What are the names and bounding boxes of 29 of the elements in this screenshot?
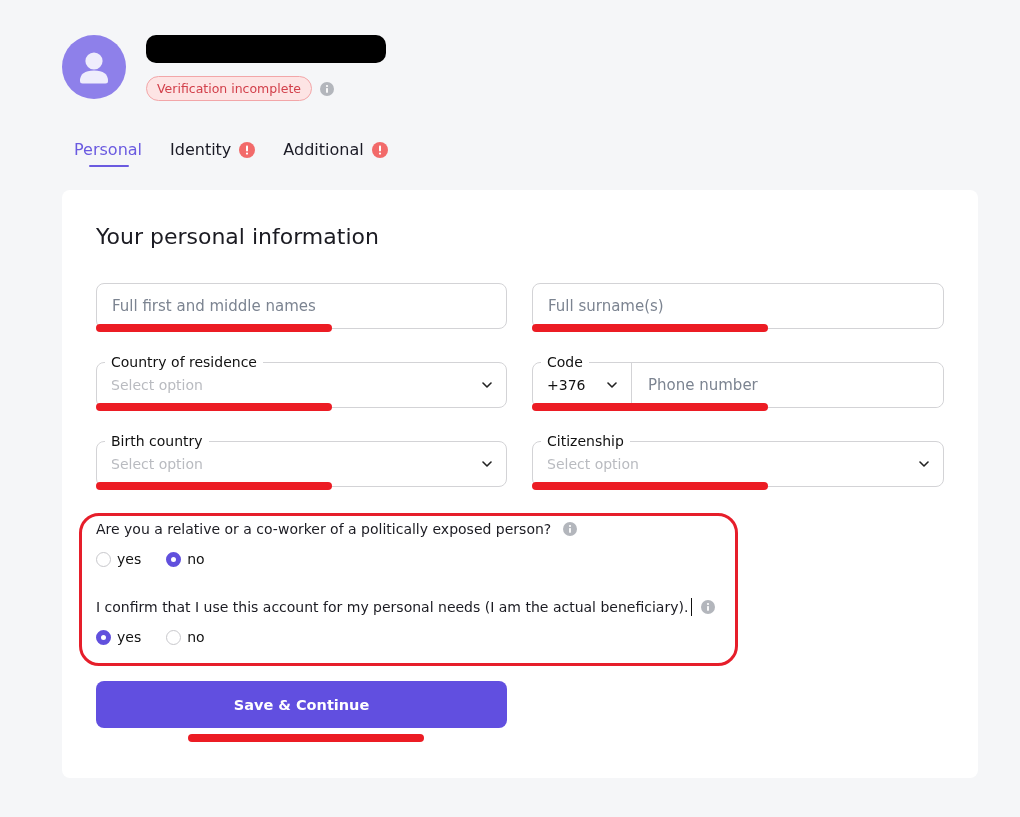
radio-icon[interactable] (96, 551, 111, 567)
tab[interactable]: Identity (158, 140, 268, 167)
radio-option[interactable]: yes (96, 551, 142, 567)
question-text: Are you a relative or a co-worker of a politically exposed person? (96, 520, 552, 538)
chevron-down-icon (919, 461, 929, 467)
form-title: Your personal information (96, 223, 379, 251)
chevron-down-icon (482, 461, 492, 467)
tab[interactable]: Personal (62, 140, 154, 167)
radio-option[interactable]: yes (96, 629, 142, 645)
info-icon[interactable] (320, 81, 334, 96)
phone-number-input[interactable]: Phone number (631, 363, 943, 407)
question-text: I confirm that I use this account for my personal needs (I am the actual beneficiary). (96, 598, 689, 616)
radio-icon[interactable] (166, 551, 182, 567)
chevron-down-icon (482, 382, 492, 388)
phone-field[interactable]: Code +376 Phone number (532, 353, 944, 408)
info-icon[interactable] (563, 522, 578, 536)
radio-icon[interactable] (96, 629, 111, 645)
user-avatar-icon (62, 35, 126, 99)
radio-icon[interactable] (166, 629, 182, 645)
radio-option[interactable]: no (166, 629, 205, 645)
tab[interactable]: Additional (271, 140, 400, 167)
save-continue-button[interactable]: Save & Continue (96, 681, 507, 728)
text-input[interactable]: Full first and middle names (96, 283, 507, 329)
radio-option[interactable]: no (166, 551, 205, 567)
status-badge: Verification incomplete (146, 76, 312, 101)
chevron-down-icon (607, 382, 617, 388)
text-input[interactable]: Full surname(s) (532, 283, 944, 329)
country-code-select[interactable]: +376 (547, 371, 631, 407)
info-icon[interactable] (701, 600, 716, 614)
